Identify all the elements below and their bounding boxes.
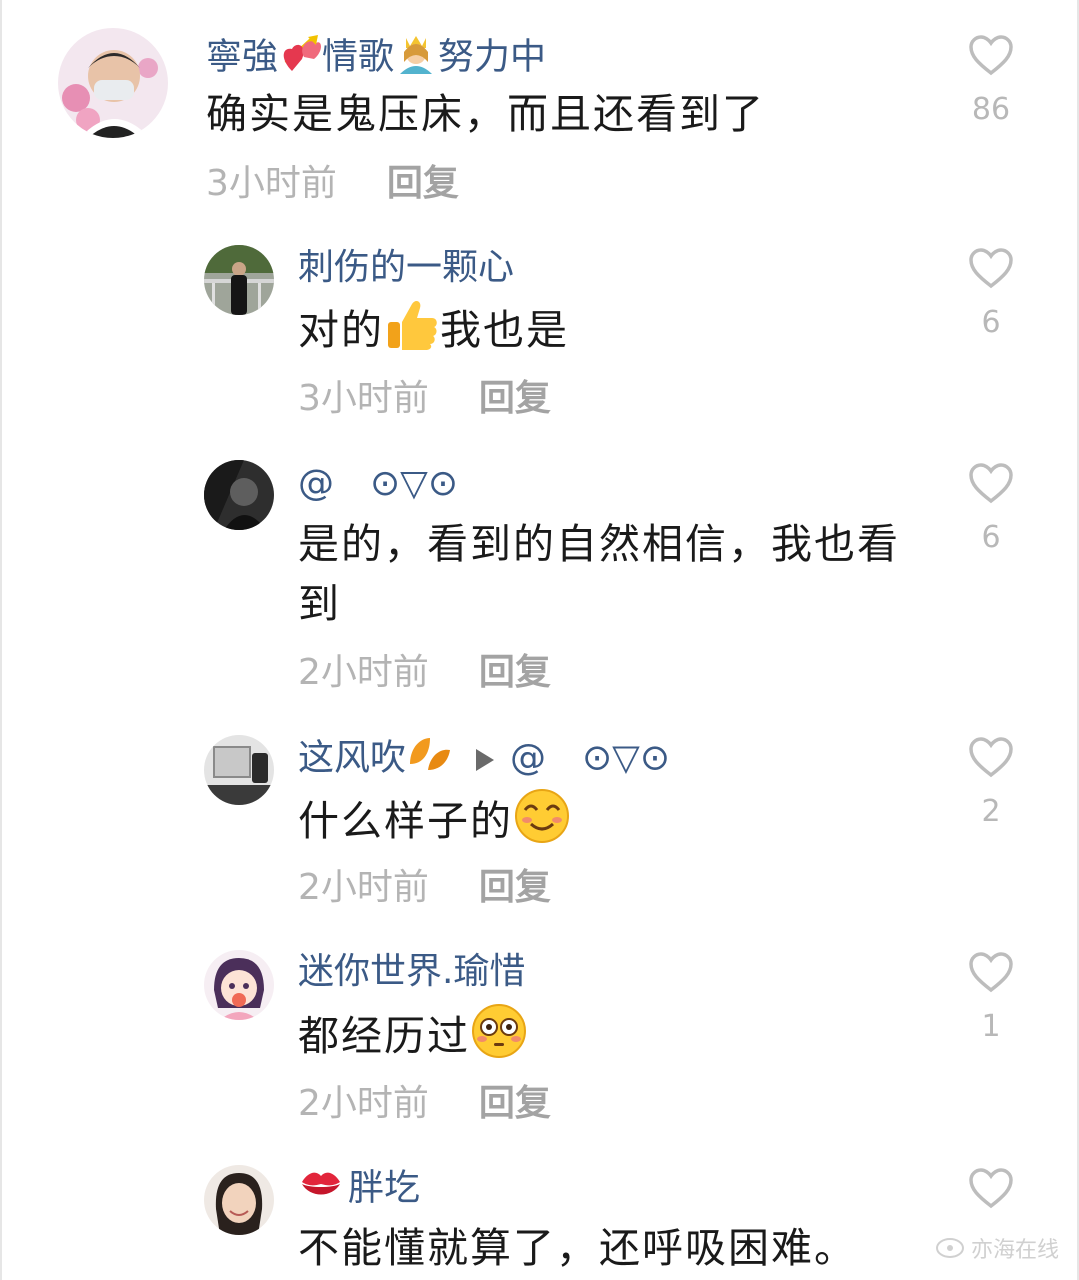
avatar[interactable] — [204, 950, 274, 1020]
reply-button[interactable]: 回复 — [479, 1083, 551, 1124]
heart-icon — [969, 737, 1013, 778]
cupid-heart-icon — [278, 33, 322, 84]
timestamp: 2小时前 — [298, 867, 429, 908]
username[interactable]: 这风吹 @ ⊙▽⊙ — [298, 734, 670, 785]
text-part: 我也是 — [440, 306, 569, 354]
comment-text: 不能懂就算了，还呼吸困难。 — [298, 1224, 857, 1272]
avatar[interactable] — [204, 735, 274, 805]
comment-text: 什么样子的 — [298, 788, 918, 860]
text-part: 什么样子的 — [298, 797, 513, 845]
comment-text: 对的 我也是 — [298, 298, 918, 368]
heart-icon — [969, 1168, 1013, 1209]
heart-icon — [969, 952, 1013, 993]
heart-icon — [969, 35, 1013, 76]
reply-button[interactable]: 回复 — [479, 652, 551, 693]
flushed-face-icon — [470, 1003, 528, 1075]
comment-text: 确实是鬼压床，而且还看到了 — [206, 90, 765, 138]
username[interactable]: 胖圪 — [298, 1166, 420, 1213]
comment-meta: 3小时前 回复 — [298, 377, 551, 421]
leaves-icon — [406, 734, 454, 785]
username[interactable]: 迷你世界.瑜惜 — [298, 950, 525, 994]
avatar[interactable] — [204, 460, 274, 530]
like-button[interactable]: 2 — [963, 736, 1019, 830]
avatar[interactable] — [204, 1165, 274, 1235]
like-count: 1 — [981, 1009, 1001, 1044]
username[interactable]: 刺伤的一颗心 — [298, 246, 514, 290]
play-arrow-icon — [476, 738, 495, 782]
heart-icon — [969, 248, 1013, 289]
username-part: 努力中 — [438, 36, 547, 78]
smiling-face-icon — [513, 788, 571, 860]
comment-text: 都经历过 — [298, 1003, 918, 1075]
comment-meta: 2小时前 回复 — [298, 1082, 551, 1126]
princess-icon — [394, 32, 438, 85]
username[interactable]: @ ⊙▽⊙ — [298, 462, 458, 506]
comment-text: 是的，看到的自然相信，我也看到 — [298, 520, 900, 628]
like-button[interactable]: 6 — [963, 247, 1019, 341]
reply-button[interactable]: 回复 — [479, 378, 551, 419]
like-count: 86 — [971, 92, 1011, 127]
watermark: 亦海在线 — [935, 1232, 1059, 1266]
like-count: 6 — [981, 520, 1001, 555]
like-button[interactable]: 1 — [963, 951, 1019, 1045]
avatar[interactable] — [204, 245, 274, 315]
like-button[interactable]: 86 — [963, 34, 1019, 128]
like-count: 6 — [981, 305, 1001, 340]
comment-meta: 2小时前 回复 — [298, 651, 551, 695]
like-button[interactable] — [963, 1167, 1019, 1209]
lips-icon — [298, 1166, 344, 1213]
timestamp: 2小时前 — [298, 652, 429, 693]
username-part: 寧強 — [206, 36, 279, 78]
avatar[interactable] — [58, 28, 168, 138]
username-part: @ ⊙▽⊙ — [510, 737, 671, 779]
thumbs-up-icon — [384, 298, 440, 368]
username-part: 情歌 — [322, 36, 395, 78]
username-part: 胖圪 — [348, 1167, 421, 1209]
text-part: 对的 — [298, 306, 384, 354]
text-part: 都经历过 — [298, 1012, 470, 1060]
timestamp: 3小时前 — [298, 378, 429, 419]
like-button[interactable]: 6 — [963, 462, 1019, 556]
reply-button[interactable]: 回复 — [387, 163, 459, 204]
timestamp: 2小时前 — [298, 1083, 429, 1124]
username[interactable]: 寧強 情歌 努力中 — [206, 32, 546, 85]
like-count: 2 — [981, 794, 1001, 829]
comment-meta: 2小时前 回复 — [298, 866, 551, 910]
reply-button[interactable]: 回复 — [479, 867, 551, 908]
heart-icon — [969, 463, 1013, 504]
comment-meta: 3小时前 回复 — [206, 162, 459, 206]
timestamp: 3小时前 — [206, 163, 337, 204]
username-part: 这风吹 — [298, 737, 407, 779]
watermark-logo-icon — [935, 1236, 965, 1266]
watermark-text: 亦海在线 — [970, 1238, 1059, 1263]
